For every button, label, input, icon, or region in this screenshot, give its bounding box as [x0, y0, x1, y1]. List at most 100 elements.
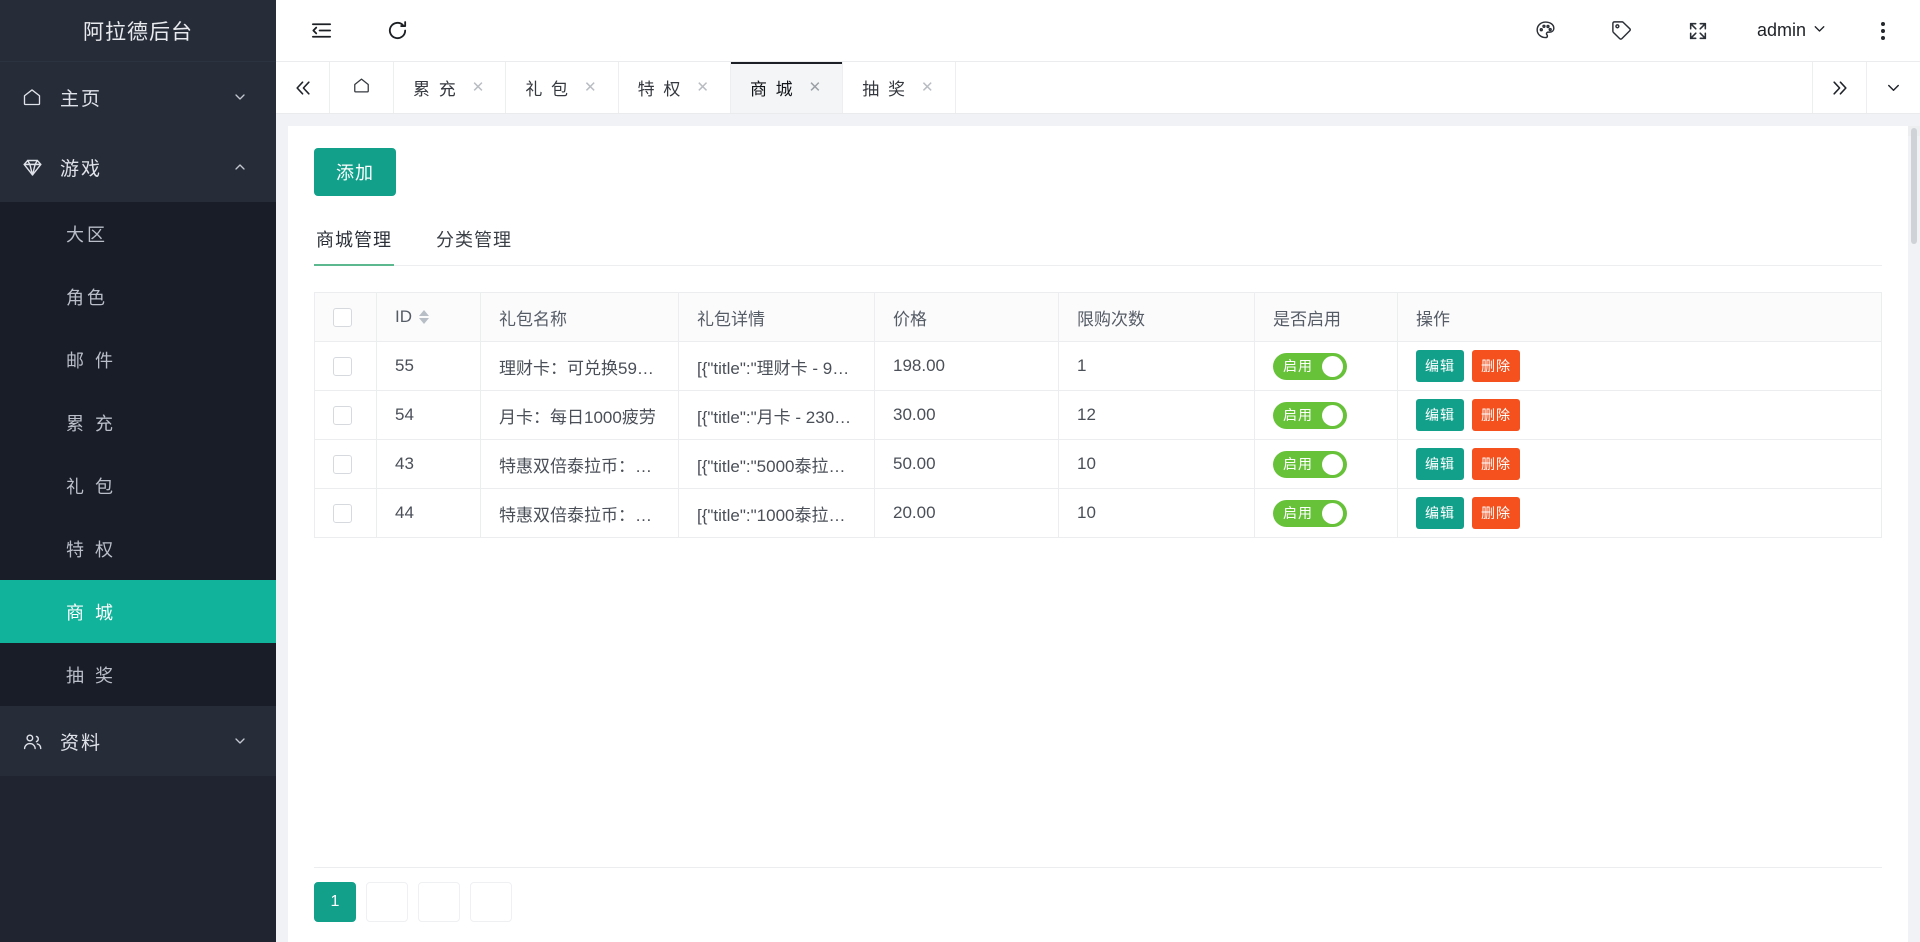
- select-all-cell: [314, 292, 377, 342]
- pagination-area: 1: [314, 867, 1883, 942]
- tab-leichong[interactable]: 累 充 ✕: [394, 62, 507, 113]
- app-root: 阿拉德后台 主页 游戏 大区 角色 邮 件 累 充 礼 包 特 权 商 城 抽 …: [0, 0, 1920, 942]
- chevron-down-icon: [230, 89, 250, 105]
- column-name: 礼包名称: [480, 292, 679, 342]
- tab-home[interactable]: [330, 62, 394, 113]
- home-outline-icon: [352, 76, 371, 100]
- cell-price: 50.00: [874, 439, 1059, 489]
- sidebar-group-profile[interactable]: 资料: [0, 706, 276, 776]
- scrollbar-thumb[interactable]: [1911, 128, 1918, 244]
- row-checkbox[interactable]: [333, 504, 352, 523]
- sidebar: 阿拉德后台 主页 游戏 大区 角色 邮 件 累 充 礼 包 特 权 商 城 抽 …: [0, 0, 276, 942]
- users-icon: [22, 731, 48, 752]
- cell-price: 30.00: [874, 390, 1059, 440]
- row-actions: 编辑 删除: [1416, 448, 1863, 480]
- tab-choujiang[interactable]: 抽 奖 ✕: [843, 62, 956, 113]
- page-button-3[interactable]: [418, 882, 460, 922]
- edit-button[interactable]: 编辑: [1416, 350, 1464, 382]
- double-chevron-left-icon[interactable]: [276, 62, 330, 113]
- row-checkbox[interactable]: [333, 357, 352, 376]
- tab-category-management[interactable]: 分类管理: [434, 226, 514, 265]
- enable-toggle-label: 启用: [1283, 358, 1313, 374]
- chevron-down-icon: [230, 733, 250, 749]
- column-id[interactable]: ID: [376, 292, 481, 342]
- table-scroller: ID 礼包名称 礼包详情 价格 限购次数 是否启用 操作 55 理财卡：可兑换5…: [314, 292, 1883, 867]
- double-chevron-right-icon[interactable]: [1812, 62, 1866, 113]
- vertical-scrollbar[interactable]: [1908, 126, 1920, 942]
- fullscreen-icon[interactable]: [1681, 14, 1715, 48]
- tag-icon[interactable]: [1605, 14, 1639, 48]
- menu-fold-icon[interactable]: [304, 14, 338, 48]
- tab-tequan[interactable]: 特 权 ✕: [619, 62, 731, 113]
- add-button[interactable]: 添加: [314, 148, 396, 196]
- sidebar-group-game[interactable]: 游戏: [0, 132, 276, 202]
- brand-title: 阿拉德后台: [0, 0, 276, 62]
- row-checkbox-cell: [314, 341, 377, 391]
- tab-mall-management[interactable]: 商城管理: [314, 226, 394, 266]
- row-checkbox[interactable]: [333, 455, 352, 474]
- select-all-checkbox[interactable]: [333, 308, 352, 327]
- enable-toggle[interactable]: 启用: [1273, 450, 1347, 478]
- tab-label: 累 充: [413, 80, 458, 99]
- sidebar-group-profile-label: 资料: [60, 732, 103, 754]
- cell-limit: 10: [1058, 488, 1255, 538]
- table-row: 44 特惠双倍泰拉币：1000 [{"title":"1000泰拉币 -… 20…: [314, 488, 1883, 538]
- cell-limit: 12: [1058, 390, 1255, 440]
- delete-button[interactable]: 删除: [1472, 497, 1520, 529]
- edit-button[interactable]: 编辑: [1416, 497, 1464, 529]
- close-icon[interactable]: ✕: [809, 80, 824, 95]
- enable-toggle[interactable]: 启用: [1273, 352, 1347, 380]
- edit-button[interactable]: 编辑: [1416, 448, 1464, 480]
- sidebar-item-shangcheng[interactable]: 商 城: [0, 580, 276, 643]
- refresh-icon[interactable]: [380, 14, 414, 48]
- row-checkbox[interactable]: [333, 406, 352, 425]
- row-checkbox-cell: [314, 439, 377, 489]
- cell-enable: 启用: [1254, 390, 1398, 440]
- tab-shangcheng[interactable]: 商 城 ✕: [730, 62, 844, 113]
- cell-price: 198.00: [874, 341, 1059, 391]
- row-actions: 编辑 删除: [1416, 350, 1863, 382]
- row-checkbox-cell: [314, 488, 377, 538]
- user-menu[interactable]: admin: [1757, 20, 1828, 42]
- cell-limit: 1: [1058, 341, 1255, 391]
- close-icon[interactable]: ✕: [584, 80, 599, 95]
- enable-toggle-label: 启用: [1283, 407, 1313, 423]
- tabstrip-dropdown-icon[interactable]: [1866, 62, 1920, 113]
- page-button-1[interactable]: 1: [314, 882, 356, 922]
- edit-button[interactable]: 编辑: [1416, 399, 1464, 431]
- tab-libao[interactable]: 礼 包 ✕: [506, 62, 619, 113]
- sidebar-item-youjian[interactable]: 邮 件: [0, 328, 276, 391]
- sidebar-group-home[interactable]: 主页: [0, 62, 276, 132]
- home-icon: [22, 87, 48, 107]
- tabs-scroll: 累 充 ✕ 礼 包 ✕ 特 权 ✕ 商 城 ✕ 抽 奖 ✕: [330, 62, 1812, 113]
- sidebar-item-daqu[interactable]: 大区: [0, 202, 276, 265]
- delete-button[interactable]: 删除: [1472, 399, 1520, 431]
- tab-label: 商 城: [749, 80, 795, 99]
- more-vertical-icon[interactable]: [1870, 14, 1896, 48]
- sidebar-item-juese[interactable]: 角色: [0, 265, 276, 328]
- cell-name: 特惠双倍泰拉币：1000: [480, 488, 679, 538]
- sidebar-item-libao[interactable]: 礼 包: [0, 454, 276, 517]
- page-button-2[interactable]: [366, 882, 408, 922]
- palette-icon[interactable]: [1529, 14, 1563, 48]
- enable-toggle[interactable]: 启用: [1273, 499, 1347, 527]
- cell-enable: 启用: [1254, 341, 1398, 391]
- enable-toggle[interactable]: 启用: [1273, 401, 1347, 429]
- sidebar-submenu-game: 大区 角色 邮 件 累 充 礼 包 特 权 商 城 抽 奖: [0, 202, 276, 706]
- delete-button[interactable]: 删除: [1472, 350, 1520, 382]
- delete-button[interactable]: 删除: [1472, 448, 1520, 480]
- sidebar-item-tequan[interactable]: 特 权: [0, 517, 276, 580]
- sidebar-item-choujiang[interactable]: 抽 奖: [0, 643, 276, 706]
- close-icon[interactable]: ✕: [472, 80, 487, 95]
- cell-name: 月卡：每日1000疲劳: [480, 390, 679, 440]
- close-icon[interactable]: ✕: [696, 80, 711, 95]
- close-icon[interactable]: ✕: [921, 80, 936, 95]
- toggle-knob: [1322, 502, 1343, 524]
- toggle-knob: [1322, 453, 1343, 475]
- sidebar-item-leichong[interactable]: 累 充: [0, 391, 276, 454]
- column-id-label: ID: [395, 307, 412, 326]
- cell-name: 理财卡：可兑换5996…: [480, 341, 679, 391]
- id-sort-control[interactable]: ID: [395, 307, 429, 327]
- table-body: 55 理财卡：可兑换5996… [{"title":"理财卡 - 900… 19…: [314, 341, 1883, 538]
- page-size-select[interactable]: [470, 882, 512, 922]
